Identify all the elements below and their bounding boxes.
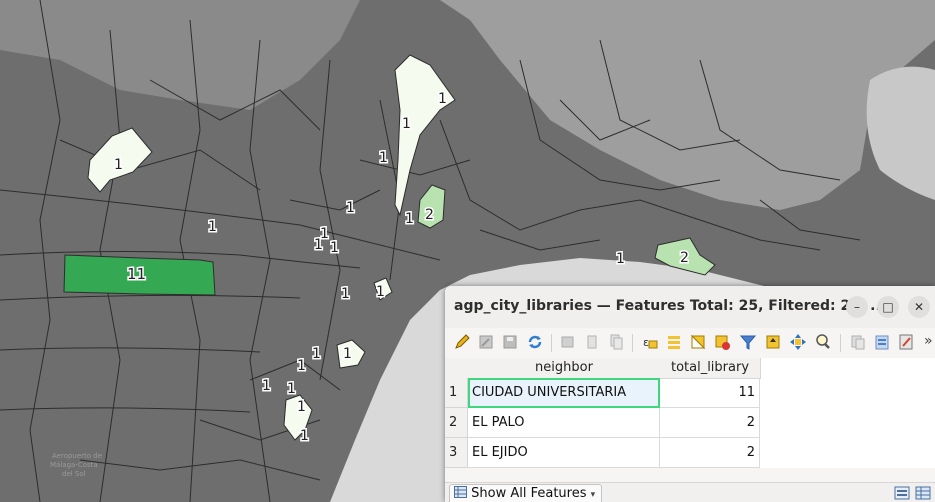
svg-text:Málaga-Costa: Málaga-Costa [50, 461, 98, 469]
map-label: 1 [287, 381, 296, 397]
invert-selection-icon[interactable] [688, 332, 708, 352]
map-label: 1 [379, 150, 388, 166]
row-number[interactable]: 3 [445, 438, 468, 468]
attribute-table-footer: Show All Features ▾ [445, 482, 935, 502]
show-all-features-label: Show All Features [471, 486, 587, 501]
table-cell-neighbor[interactable]: EL EJIDO [468, 438, 660, 468]
deselect-icon[interactable] [712, 332, 732, 352]
toolbar-separator [840, 334, 841, 352]
attribute-table-grid[interactable]: neighbor total_library 1 CIUDAD UNIVERSI… [445, 358, 935, 468]
close-button[interactable]: ✕ [908, 296, 930, 318]
corner-header[interactable] [445, 358, 469, 379]
form-view-icon[interactable] [894, 485, 910, 501]
map-label: 1 [438, 91, 447, 107]
map-label: 1 [297, 399, 306, 415]
map-label: 1 [262, 378, 271, 394]
pencil-icon[interactable] [452, 332, 472, 352]
field-calc-icon[interactable] [896, 332, 916, 352]
window-title: agp_city_libraries — Features Total: 25,… [454, 298, 887, 314]
reload-icon[interactable] [525, 332, 545, 352]
move-top-icon[interactable] [763, 332, 783, 352]
table-cell-neighbor[interactable]: CIUDAD UNIVERSITARIA [468, 378, 660, 408]
svg-text:Aeropuerto de: Aeropuerto de [52, 452, 102, 460]
map-label: 1 [297, 358, 306, 374]
svg-text:del Sol: del Sol [62, 470, 86, 478]
cut-icon[interactable] [582, 332, 602, 352]
map-label: 1 [616, 251, 625, 267]
map-label: 1 [376, 284, 385, 300]
map-label: 1 [300, 428, 309, 444]
map-label: 1 [114, 157, 123, 173]
minimize-button[interactable]: – [846, 296, 868, 318]
map-label: 1 [314, 237, 323, 253]
zoom-to-icon[interactable] [813, 332, 833, 352]
map-label: 1 [343, 346, 352, 362]
toolbar-separator [551, 334, 552, 352]
filter-icon[interactable] [738, 332, 758, 352]
attribute-toolbar: ε » [445, 328, 935, 359]
map-label: 2 [680, 250, 689, 266]
map-label: 11 [127, 265, 146, 283]
table-icon [454, 486, 467, 498]
table-cell-total-library[interactable]: 2 [660, 438, 760, 468]
map-label: 1 [330, 240, 339, 256]
map-label: 1 [312, 346, 321, 362]
map-label: 1 [405, 211, 414, 227]
multi-edit-icon[interactable] [476, 332, 496, 352]
table-cell-neighbor[interactable]: EL PALO [468, 408, 660, 438]
pan-to-icon[interactable] [788, 332, 808, 352]
show-all-features-dropdown[interactable]: Show All Features ▾ [449, 484, 603, 502]
row-number[interactable]: 2 [445, 408, 468, 438]
map-label: 1 [346, 200, 355, 216]
toolbar-separator [632, 334, 633, 352]
map-label: 1 [208, 219, 217, 235]
paste-icon[interactable] [872, 332, 892, 352]
window-titlebar[interactable]: agp_city_libraries — Features Total: 25,… [445, 286, 935, 328]
column-header-neighbor[interactable]: neighbor [468, 358, 661, 379]
map-label: 1 [341, 286, 350, 302]
table-cell-total-library[interactable]: 2 [660, 408, 760, 438]
toolbar-overflow-icon[interactable]: » [924, 333, 933, 349]
map-label: 1 [402, 116, 411, 132]
copy-rows-icon[interactable] [848, 332, 868, 352]
attribute-table-window[interactable]: agp_city_libraries — Features Total: 25,… [445, 286, 935, 502]
column-header-total-library[interactable]: total_library [660, 358, 761, 379]
copy-icon[interactable] [606, 332, 626, 352]
map-label: 2 [425, 207, 434, 223]
save-icon[interactable] [500, 332, 520, 352]
select-all-icon[interactable] [664, 332, 684, 352]
row-number[interactable]: 1 [445, 378, 468, 408]
table-view-icon[interactable] [915, 485, 931, 501]
svg-text:ε: ε [643, 336, 649, 349]
expression-select-icon[interactable]: ε [640, 332, 660, 352]
table-cell-total-library[interactable]: 11 [660, 378, 760, 408]
maximize-button[interactable]: □ [877, 296, 899, 318]
add-feature-icon[interactable] [558, 332, 578, 352]
chevron-down-icon: ▾ [590, 490, 596, 500]
